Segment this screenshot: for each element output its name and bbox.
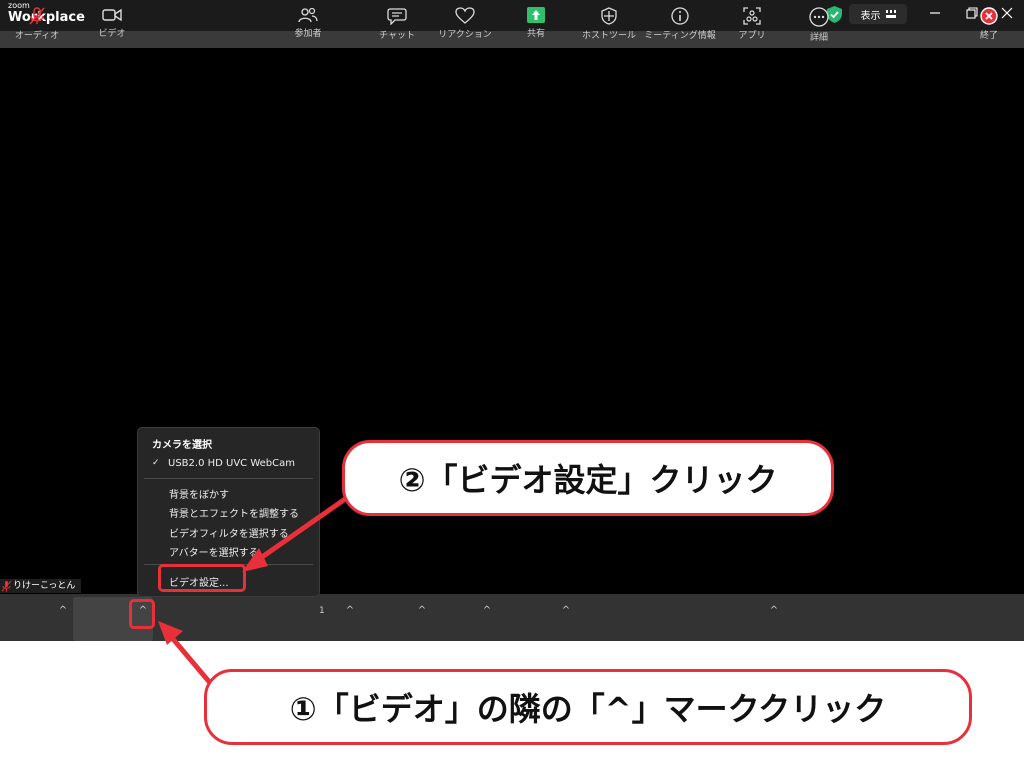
step1-text: ①「ビデオ」の隣の「^」マーククリック <box>289 690 887 728</box>
camera-name: USB2.0 HD UVC WebCam <box>168 458 295 469</box>
more-dots-icon <box>809 7 829 27</box>
video-camera-icon <box>102 8 122 22</box>
participants-label: 参加者 <box>294 29 322 39</box>
chat-options-caret[interactable]: ^ <box>416 604 428 618</box>
share-button[interactable]: 共有 <box>513 0 559 47</box>
share-label: 共有 <box>526 29 545 39</box>
caret-highlight <box>129 599 155 629</box>
heart-icon <box>455 7 475 24</box>
background-effects-item[interactable]: 背景とエフェクトを調整する <box>169 505 299 520</box>
apps-icon <box>743 7 761 25</box>
audio-label: オーディオ <box>14 31 60 41</box>
minimize-button[interactable] <box>920 3 950 23</box>
reaction-options-caret[interactable]: ^ <box>481 604 493 618</box>
step2-text: ②「ビデオ設定」クリック <box>398 461 778 499</box>
more-button[interactable]: 詳細 <box>800 0 838 47</box>
audio-button[interactable]: オーディオ <box>10 0 64 47</box>
apps-label: アプリ <box>738 31 766 41</box>
select-camera-header: カメラを選択 <box>152 440 212 451</box>
participants-options-caret[interactable]: ^ <box>344 604 356 618</box>
reaction-label: リアクション <box>438 30 492 40</box>
share-screen-icon <box>527 7 545 23</box>
meeting-info-button[interactable]: ミーティング情報 <box>642 0 718 47</box>
menu-divider <box>144 478 313 479</box>
blur-background-item[interactable]: 背景をぼかす <box>169 486 229 501</box>
top-strip <box>0 31 1024 48</box>
participant-count: 1 <box>319 606 325 616</box>
apps-button[interactable]: アプリ <box>734 0 770 47</box>
end-meeting-button[interactable]: 終了 <box>972 0 1006 47</box>
grid-view-icon <box>885 10 896 18</box>
muted-mic-icon <box>2 580 11 591</box>
step2-callout: ②「ビデオ設定」クリック <box>342 440 834 516</box>
participant-name-tag: りけーこっとん <box>0 579 82 593</box>
host-tools-label: ホストツール <box>581 31 636 41</box>
chat-bubble-icon <box>387 8 407 25</box>
meeting-info-label: ミーティング情報 <box>644 31 716 41</box>
video-filter-item[interactable]: ビデオフィルタを選択する <box>169 525 289 540</box>
step1-callout: ①「ビデオ」の隣の「^」マーククリック <box>204 669 972 745</box>
end-label: 終了 <box>979 31 998 41</box>
host-tools-button[interactable]: ホストツール <box>580 0 638 47</box>
reaction-button[interactable]: リアクション <box>436 0 494 47</box>
camera-option[interactable]: ✓ USB2.0 HD UVC WebCam <box>152 458 295 469</box>
apps-options-caret[interactable]: ^ <box>768 604 780 618</box>
chat-button[interactable]: チャット <box>372 0 422 47</box>
title-bar: zoom Workplace 表示 <box>0 0 1024 31</box>
share-options-caret[interactable]: ^ <box>560 604 572 618</box>
video-label: ビデオ <box>98 29 126 39</box>
info-icon <box>671 7 689 25</box>
end-x-icon <box>980 7 998 25</box>
audio-options-caret[interactable]: ^ <box>57 604 69 618</box>
view-button[interactable]: 表示 <box>849 4 907 24</box>
avatar-item[interactable]: アバターを選択する <box>169 544 259 559</box>
view-button-label: 表示 <box>860 10 881 22</box>
checkmark-icon: ✓ <box>152 458 160 468</box>
participants-button[interactable]: 参加者 <box>283 0 333 47</box>
more-label: 詳細 <box>809 33 828 43</box>
muted-microphone-icon <box>29 7 45 25</box>
video-button[interactable]: ビデオ <box>82 0 142 47</box>
host-shield-icon <box>601 7 617 25</box>
participants-icon <box>298 7 318 23</box>
minimize-icon <box>930 12 940 14</box>
participant-name: りけーこっとん <box>13 581 76 591</box>
video-settings-highlight <box>158 564 246 592</box>
chat-label: チャット <box>379 31 415 41</box>
